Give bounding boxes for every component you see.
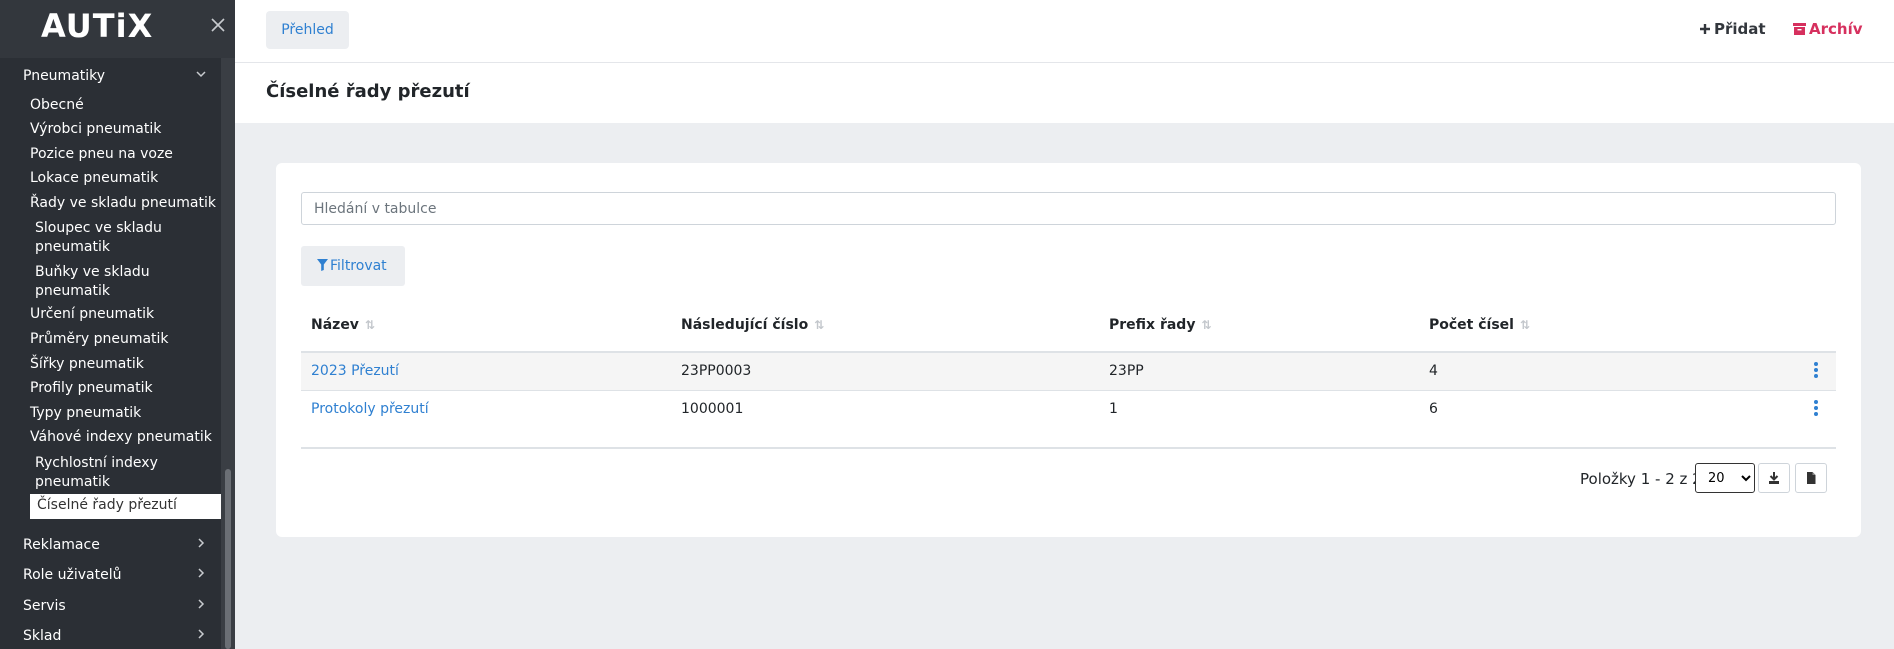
sidebar-item-rychlostni[interactable]: Rychlostní indexy pneumatik (35, 454, 175, 492)
column-header-pocet[interactable]: Počet čísel ⇅ (1429, 313, 1530, 337)
page-size-select[interactable]: 20 (1695, 463, 1755, 493)
chevron-right-icon (198, 538, 205, 548)
row-name-link[interactable]: 2023 Přezutí (311, 363, 399, 379)
row-prefix: 23PP (1109, 363, 1144, 379)
archive-button[interactable]: Archív (1793, 20, 1863, 38)
table-row[interactable]: 2023 Přezutí 23PP0003 23PP 4 (301, 353, 1836, 390)
sidebar-group-reklamace[interactable]: Reklamace (0, 532, 221, 560)
column-header-nazev[interactable]: Název ⇅ (311, 313, 375, 337)
row-count: 4 (1429, 363, 1438, 379)
download-icon (1769, 472, 1779, 484)
sidebar-group-label: Sklad (23, 628, 62, 644)
chevron-right-icon (198, 629, 205, 639)
filter-button-label: Filtrovat (330, 258, 387, 274)
sidebar-group-sklad[interactable]: Sklad (0, 623, 221, 649)
sidebar-item-prumery[interactable]: Průměry pneumatik (30, 330, 220, 349)
sidebar-item-ciselne-rady[interactable]: Číselné řady přezutí (30, 494, 221, 519)
close-icon[interactable] (207, 16, 229, 38)
plus-icon (1700, 24, 1710, 34)
column-header-label: Prefix řady (1109, 317, 1196, 333)
row-menu-icon[interactable] (1813, 400, 1819, 418)
content-card: Filtrovat Název ⇅ Následující číslo ⇅ Pref… (276, 163, 1861, 537)
sidebar: AUTiX Pneumatiky Obecné Výrobci pneumati… (0, 0, 235, 649)
page-title: Číselné řady přezutí (266, 81, 470, 102)
sidebar-item-obecne[interactable]: Obecné (30, 96, 220, 115)
add-button[interactable]: Přidat (1699, 20, 1766, 38)
sidebar-group-pneumatiky[interactable]: Pneumatiky (0, 63, 221, 91)
sidebar-group-role[interactable]: Role uživatelů (0, 562, 221, 590)
sidebar-item-bunky[interactable]: Buňky ve skladu pneumatik (35, 263, 155, 301)
archive-button-label: Archív (1809, 20, 1863, 38)
sidebar-item-vahove[interactable]: Váhové indexy pneumatik (30, 428, 220, 447)
sidebar-group-label: Role uživatelů (23, 567, 122, 583)
sidebar-group-label: Reklamace (23, 537, 100, 553)
row-count: 6 (1429, 401, 1438, 417)
sidebar-scrollbar[interactable] (225, 469, 231, 649)
column-header-nasledujici[interactable]: Následující číslo ⇅ (681, 313, 824, 337)
sidebar-group-label: Servis (23, 598, 66, 614)
sidebar-item-vyrobci[interactable]: Výrobci pneumatik (30, 120, 220, 139)
sidebar-item-profily[interactable]: Profily pneumatik (30, 379, 220, 398)
page-header: Číselné řady přezutí (235, 63, 1894, 123)
chevron-down-icon (196, 71, 206, 78)
sort-icon[interactable]: ⇅ (1520, 318, 1530, 332)
sidebar-item-lokace[interactable]: Lokace pneumatik (30, 169, 220, 188)
row-prefix: 1 (1109, 401, 1118, 417)
column-header-prefix[interactable]: Prefix řady ⇅ (1109, 313, 1212, 337)
archive-icon (1793, 23, 1806, 35)
sidebar-group-label: Pneumatiky (23, 68, 106, 84)
sidebar-item-pozice[interactable]: Pozice pneu na voze (30, 145, 220, 164)
document-button[interactable] (1795, 463, 1827, 493)
sidebar-item-typy[interactable]: Typy pneumatik (30, 404, 220, 423)
sort-icon[interactable]: ⇅ (814, 318, 824, 332)
column-header-label: Název (311, 317, 359, 333)
filter-button[interactable]: Filtrovat (301, 246, 405, 286)
row-menu-icon[interactable] (1813, 362, 1819, 380)
sidebar-group-servis[interactable]: Servis (0, 593, 221, 621)
table-row[interactable]: Protokoly přezutí 1000001 1 6 (301, 391, 1836, 428)
app-logo[interactable]: AUTiX (41, 7, 153, 45)
row-next-number: 23PP0003 (681, 363, 752, 379)
export-button[interactable] (1758, 463, 1790, 493)
row-next-number: 1000001 (681, 401, 744, 417)
search-input[interactable] (301, 192, 1836, 225)
add-button-label: Přidat (1714, 20, 1766, 38)
row-name-link[interactable]: Protokoly přezutí (311, 401, 429, 417)
column-header-label: Následující číslo (681, 317, 809, 333)
sidebar-item-sirky[interactable]: Šířky pneumatik (30, 355, 220, 374)
logo-bar: AUTiX (0, 0, 235, 58)
chevron-right-icon (198, 599, 205, 609)
chevron-right-icon (198, 568, 205, 578)
top-bar: Přehled Přidat Archív (235, 0, 1894, 63)
sidebar-item-sloupec[interactable]: Sloupec ve skladu pneumatik (35, 219, 175, 257)
document-icon (1807, 472, 1816, 484)
pager-summary: Položky 1 - 2 z 2 (1580, 470, 1702, 488)
table-footer-divider (301, 447, 1836, 449)
sidebar-item-rady[interactable]: Řady ve skladu pneumatik (30, 194, 220, 213)
filter-icon (317, 259, 328, 271)
sidebar-item-urceni[interactable]: Určení pneumatik (30, 305, 220, 324)
sort-icon[interactable]: ⇅ (1201, 318, 1211, 332)
sort-icon[interactable]: ⇅ (365, 318, 375, 332)
tab-prehled[interactable]: Přehled (266, 11, 349, 49)
column-header-label: Počet čísel (1429, 317, 1514, 333)
